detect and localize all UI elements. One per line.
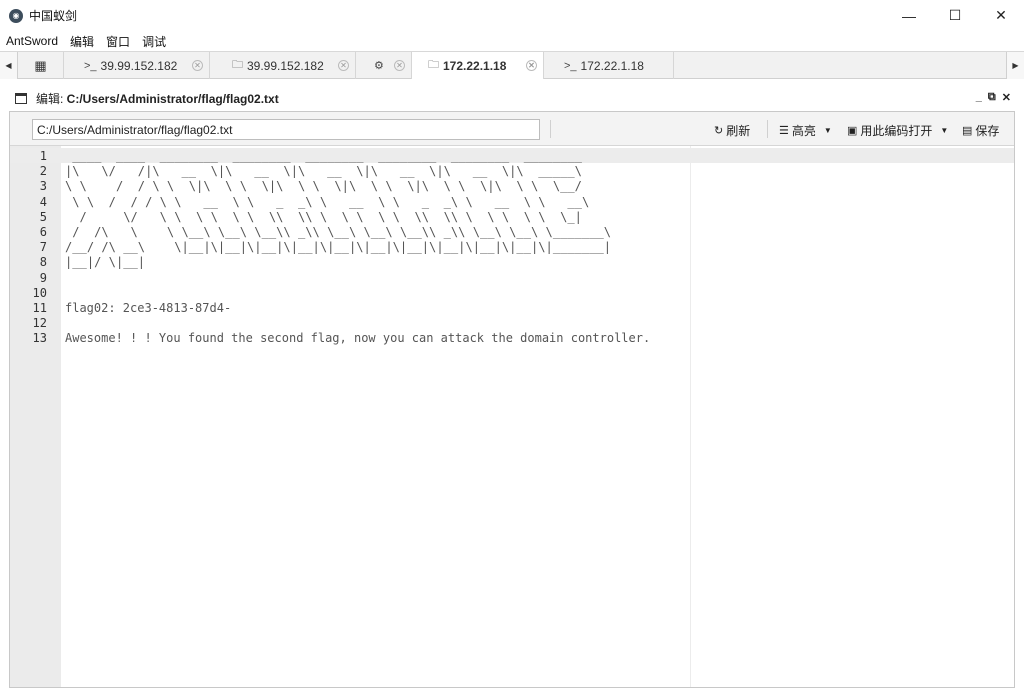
toolbar-divider [767, 120, 768, 138]
highlight-dropdown[interactable]: ☰ 高亮 ▼ [779, 122, 832, 139]
list-icon: ☰ [779, 125, 789, 137]
code-line: \ \ / / / \ \ __ \ \ _ _\ \ __ \ \ _ _\ … [65, 194, 590, 209]
folder-icon: 🗀 [232, 59, 243, 71]
panel-close-icon[interactable]: ✕ [1002, 91, 1011, 104]
line-number: 3 [39, 179, 47, 194]
window-title: 中国蚁剑 [29, 9, 78, 23]
file-path-input[interactable] [32, 119, 540, 140]
code-editor[interactable]: 1 ____ ____ ________ ________ ________ _… [10, 146, 1014, 687]
code-line: flag02: 2ce3-4813-87d4- [65, 301, 232, 315]
gear-icon: ⚙ [374, 60, 384, 72]
close-icon[interactable]: ✕ [526, 60, 537, 71]
menu-debug[interactable]: 调试 [142, 33, 166, 50]
tab-files-1[interactable]: 🗀 39.99.152.182 ✕ [210, 52, 356, 79]
code-line: |__|/ \|__| [65, 255, 146, 270]
tab-scroll-left-icon[interactable]: ◀ [0, 52, 18, 79]
tab-settings[interactable]: ⚙ ✕ [356, 52, 412, 79]
caret-down-icon: ▼ [823, 126, 832, 135]
maximize-button[interactable]: ☐ [932, 0, 978, 31]
refresh-icon: ↻ [714, 125, 724, 137]
close-button[interactable]: ✕ [978, 0, 1024, 31]
close-icon[interactable]: ✕ [192, 60, 203, 71]
panel-restore-icon[interactable]: ⧉ [988, 91, 996, 104]
window-controls: — ☐ ✕ [886, 0, 1024, 31]
antsword-logo-icon: ◉ [9, 8, 23, 23]
open-with-encoding-dropdown[interactable]: ▣ 用此编码打开 ▼ [847, 122, 948, 139]
code-line: ____ ____ ________ ________ ________ ___… [65, 149, 582, 163]
editor-frame: ↻ 刷新 ☰ 高亮 ▼ ▣ 用此编码打开 ▼ ▤ 保存 1 ____ ____ … [9, 111, 1015, 688]
menu-bar: AntSword 编辑 窗口 调试 [0, 31, 1024, 51]
tab-label: 172.22.1.18 [580, 58, 644, 73]
caret-down-icon: ▼ [940, 126, 949, 135]
folder-icon: 🗀 [428, 59, 439, 71]
code-line: \ \ / / \ \ \|\ \ \ \|\ \ \ \|\ \ \ \|\ … [65, 179, 582, 194]
line-number: 13 [32, 331, 47, 346]
line-number: 11 [32, 301, 47, 315]
code-line: / /\ \ \ \__\ \__\ \__\\ _\\ \__\ \__\ \… [65, 225, 612, 239]
menu-window[interactable]: 窗口 [106, 33, 130, 50]
terminal-icon: >_ [564, 59, 577, 72]
line-number: 2 [39, 164, 47, 179]
line-number: 1 [39, 149, 47, 163]
tab-label: 172.22.1.18 [443, 58, 507, 73]
line-number: 10 [32, 285, 47, 300]
line-number: 12 [32, 316, 47, 331]
print-margin [690, 146, 691, 687]
code-line: / \/ \ \ \ \ \ \ \\ \\ \ \ \ \ \ \\ \\ \… [65, 209, 582, 224]
line-number: 8 [39, 255, 47, 270]
editor-panel-title: 编辑: C:/Users/Administrator/flag/flag02.t… [36, 91, 279, 106]
tab-files-2[interactable]: 🗀 172.22.1.18 ✕ [412, 52, 544, 79]
code-line: |\ \/ /|\ __ \|\ __ \|\ __ \|\ __ \|\ __… [65, 164, 582, 179]
save-icon: ▤ [962, 125, 973, 137]
tab-label: 39.99.152.182 [247, 58, 324, 73]
line-number: 7 [39, 240, 47, 255]
tab-home[interactable]: ▦ [18, 52, 64, 79]
line-number: 5 [39, 209, 47, 224]
menu-edit[interactable]: 编辑 [70, 33, 94, 50]
close-icon[interactable]: ✕ [394, 60, 405, 71]
tab-scroll-right-icon[interactable]: ▶ [1006, 52, 1024, 79]
tab-bar: ◀ ▦ >_ 39.99.152.182 ✕ 🗀 39.99.152.182 ✕… [0, 51, 1024, 79]
code-line: /__/ /\ __\ \|__|\|__|\|__|\|__|\|__|\|_… [65, 240, 612, 255]
tab-terminal-1[interactable]: >_ 39.99.152.182 ✕ [64, 52, 210, 79]
title-bar: ◉ 中国蚁剑 — ☐ ✕ [0, 0, 1024, 31]
file-code-icon: ▣ [847, 125, 858, 137]
panel-minimize-icon[interactable]: _ [976, 91, 982, 104]
line-number: 6 [39, 225, 47, 239]
minimize-button[interactable]: — [886, 0, 932, 31]
line-number: 4 [39, 194, 47, 209]
window-icon [15, 92, 27, 104]
close-icon[interactable]: ✕ [338, 60, 349, 71]
menu-antsword[interactable]: AntSword [6, 34, 58, 48]
refresh-button[interactable]: ↻ 刷新 [714, 122, 750, 139]
tab-label: 39.99.152.182 [100, 58, 178, 73]
tab-terminal-2[interactable]: >_ 172.22.1.18 [544, 52, 674, 79]
terminal-icon: >_ [84, 59, 97, 72]
toolbar-divider [550, 120, 551, 138]
editor-panel-header: 编辑: C:/Users/Administrator/flag/flag02.t… [9, 85, 1015, 111]
grid-icon: ▦ [34, 57, 47, 73]
code-line: Awesome! ! ! You found the second flag, … [65, 331, 651, 346]
save-button[interactable]: ▤ 保存 [962, 122, 999, 139]
editor-toolbar: ↻ 刷新 ☰ 高亮 ▼ ▣ 用此编码打开 ▼ ▤ 保存 [10, 112, 1014, 146]
panel-controls: _ ⧉ ✕ [976, 91, 1011, 104]
line-number: 9 [39, 270, 47, 285]
